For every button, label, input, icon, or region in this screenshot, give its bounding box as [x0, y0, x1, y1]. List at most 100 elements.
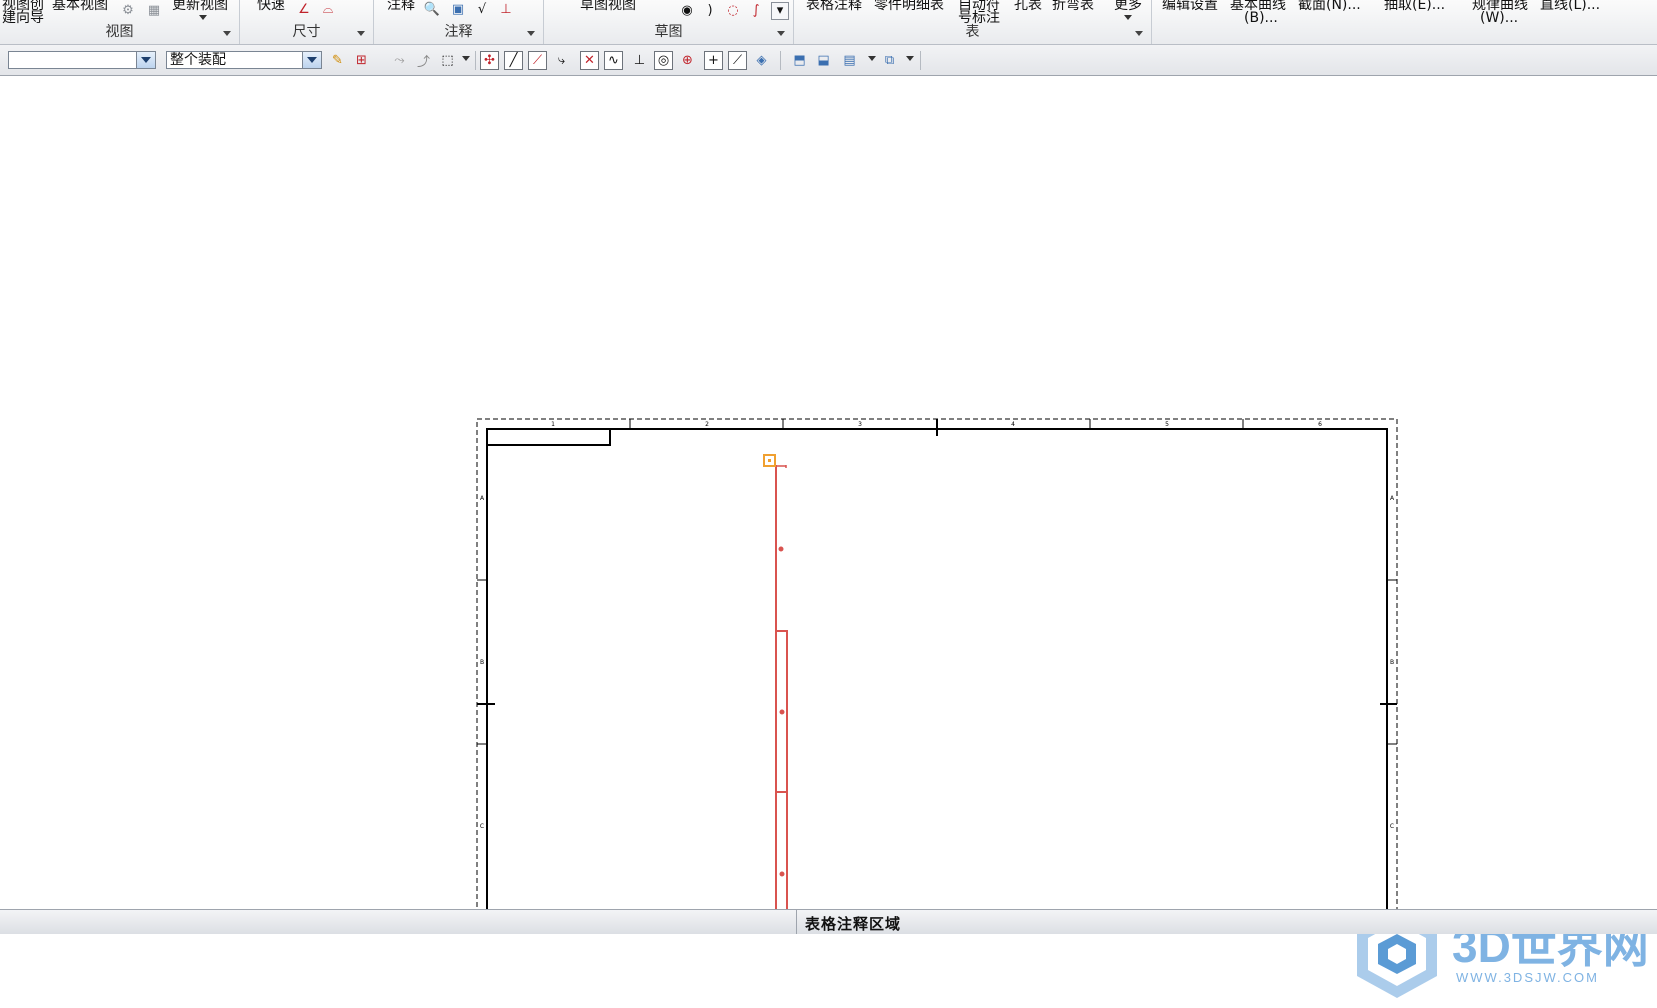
- projected-view-icon[interactable]: ⚙: [120, 3, 136, 19]
- zone-row-label: A: [480, 495, 485, 502]
- assembly-scope-dropdown-icon[interactable]: [302, 52, 321, 68]
- status-bar: 表格注释区域: [0, 909, 1657, 934]
- rectangle-select-dropdown-icon[interactable]: [462, 56, 470, 61]
- table-origin-handle[interactable]: [763, 454, 776, 467]
- bend-table-button[interactable]: 折弯表: [1052, 0, 1094, 12]
- drawing-border: [486, 428, 1388, 909]
- circle-tool-icon[interactable]: ◉: [679, 3, 695, 19]
- zoom-icon[interactable]: 🔍: [424, 2, 440, 18]
- snap-intersection-icon[interactable]: ✕: [580, 51, 599, 70]
- assembly-scope-value: 整个装配: [170, 52, 226, 68]
- snap-quadrant-icon[interactable]: ⊕: [678, 51, 697, 70]
- dimension-group-title: 尺寸: [292, 24, 321, 40]
- sketch-group: 草图视图 ◉ ) ◌ ∫ ▾ 草图: [544, 0, 794, 44]
- table-group: 表格注释 零件明细表 自动符 号标注 孔表 折弯表 更多 表: [794, 0, 1152, 44]
- snap-surface-icon[interactable]: ◈: [752, 51, 771, 70]
- zone-column-label: 1: [551, 421, 555, 428]
- arc-tool-icon[interactable]: ): [702, 3, 718, 19]
- snap-center-icon[interactable]: ◎: [654, 51, 673, 70]
- annotation-group-title: 注释: [444, 24, 473, 40]
- status-message: 表格注释区域: [805, 915, 902, 933]
- status-cell: 表格注释区域: [796, 910, 1397, 934]
- snap-on-curve-icon[interactable]: ⟋: [728, 51, 747, 70]
- drawing-title-tab: [487, 429, 611, 446]
- table-group-title: 表: [965, 24, 980, 40]
- quick-dimension-button[interactable]: 快速: [257, 0, 285, 12]
- snap-curve-icon[interactable]: ∿: [604, 51, 623, 70]
- snap-endpoint-icon[interactable]: ╱: [504, 51, 523, 70]
- type-filter-combo[interactable]: [8, 51, 156, 69]
- zone-column-label: 4: [1011, 421, 1015, 428]
- type-filter-dropdown-icon[interactable]: [136, 52, 155, 68]
- sketch-group-expand-icon[interactable]: [777, 31, 785, 36]
- more-button[interactable]: 更多: [1114, 0, 1142, 12]
- basic-curves-key[interactable]: (B)...: [1244, 11, 1278, 25]
- zone-column-label: 6: [1318, 421, 1322, 428]
- note-button[interactable]: 注释: [387, 0, 415, 12]
- curve-group: 编辑设置 基本曲线 (B)... 截面(N)... 抽取(E)... 规律曲线 …: [1152, 0, 1657, 44]
- select-tangent-icon[interactable]: ⤴: [414, 51, 433, 70]
- angular-dimension-icon[interactable]: ∠: [296, 2, 312, 18]
- update-view-button[interactable]: 更新视图: [172, 0, 228, 12]
- layout-dropdown-icon[interactable]: [868, 56, 876, 61]
- view-group: 视图创 建向导 基本视图 ⚙ ▦ 更新视图 视图: [0, 0, 240, 44]
- line-button[interactable]: 直线(L)...: [1540, 0, 1600, 12]
- more-dropdown-icon[interactable]: [1124, 15, 1132, 20]
- selection-toolbar: 整个装配 ✎ ⊞ ⤳ ⤴ ⬚ ✣ ╱ ⟋ ⤷ ✕ ∿ ⊥ ◎ ⊕ + ⟋ ◈ ⬒…: [0, 45, 1657, 106]
- assembly-scope-combo[interactable]: 整个装配: [166, 51, 322, 69]
- annotation-group: 注释 🔍 ▣ √ ⊥ 注释: [374, 0, 544, 44]
- zone-column-label: 5: [1165, 421, 1169, 428]
- zone-row-label: A: [1390, 495, 1395, 502]
- select-feature-icon[interactable]: ✎: [328, 51, 347, 70]
- sketch-more-icon[interactable]: ▾: [771, 2, 789, 20]
- add-selection-icon[interactable]: ⊞: [352, 51, 371, 70]
- drawing-sheet: 1 2 3 4 5 6 A B C A B C: [476, 418, 1398, 909]
- zone-row-label: C: [480, 823, 484, 830]
- render-style-icon[interactable]: ⧉: [880, 51, 899, 70]
- render-style-dropdown-icon[interactable]: [906, 56, 914, 61]
- base-view-button[interactable]: 基本视图: [52, 0, 108, 12]
- watermark-url: WWW.3DSJW.COM: [1456, 970, 1599, 985]
- zone-row-label: C: [1390, 823, 1394, 830]
- hole-table-button[interactable]: 孔表: [1014, 0, 1042, 12]
- zone-row-label: B: [1390, 659, 1394, 666]
- zone-column-label: 3: [858, 421, 862, 428]
- dimension-group: 快速 ∠ ⌓ 尺寸: [240, 0, 374, 44]
- update-view-dropdown-icon[interactable]: [199, 15, 207, 20]
- surface-finish-icon[interactable]: √: [474, 2, 490, 18]
- layout-icon[interactable]: ▤: [840, 51, 859, 70]
- edit-settings-button[interactable]: 编辑设置: [1162, 0, 1218, 12]
- tabular-note-preview[interactable]: [775, 465, 788, 909]
- snap-perpendicular-icon[interactable]: ⊥: [630, 51, 649, 70]
- annotation-group-expand-icon[interactable]: [527, 31, 535, 36]
- sketch-group-title: 草图: [654, 24, 683, 40]
- view-group-title: 视图: [105, 24, 134, 40]
- snap-control-icon[interactable]: ⤷: [552, 51, 571, 70]
- weld-symbol-icon[interactable]: ⊥: [498, 2, 514, 18]
- sheet-boundary: [476, 418, 1398, 909]
- snap-existing-point-icon[interactable]: +: [704, 51, 723, 70]
- drawing-canvas[interactable]: 1 2 3 4 5 6 A B C A B C 3D世界网 WWW.3DSJW.…: [0, 76, 1657, 998]
- tabular-note-button[interactable]: 表格注释: [806, 0, 862, 12]
- fillet-tool-icon[interactable]: ◌: [725, 3, 741, 19]
- table-group-expand-icon[interactable]: [1135, 31, 1143, 36]
- rectangle-select-icon[interactable]: ⬚: [438, 51, 457, 70]
- law-curve-key[interactable]: (W)...: [1480, 11, 1518, 25]
- view-fit-icon[interactable]: ⬒: [790, 51, 809, 70]
- toolbar-separator: [920, 51, 921, 70]
- view-group-expand-icon[interactable]: [223, 31, 231, 36]
- parts-list-button[interactable]: 零件明细表: [874, 0, 944, 12]
- section-button[interactable]: 截面(N)...: [1298, 0, 1361, 12]
- spline-tool-icon[interactable]: ∫: [748, 3, 764, 19]
- snap-point-icon[interactable]: ✣: [480, 51, 499, 70]
- image-icon[interactable]: ▣: [450, 2, 466, 18]
- deselect-icon[interactable]: ⤳: [390, 51, 409, 70]
- sketch-view-button[interactable]: 草图视图: [580, 0, 636, 12]
- snap-midpoint-icon[interactable]: ⟋: [528, 51, 547, 70]
- dimension-group-expand-icon[interactable]: [357, 31, 365, 36]
- section-view-icon[interactable]: ▦: [146, 3, 162, 19]
- extract-button[interactable]: 抽取(E)...: [1384, 0, 1445, 12]
- radial-dimension-icon[interactable]: ⌓: [320, 2, 336, 18]
- view-zoom-icon[interactable]: ⬓: [814, 51, 833, 70]
- zone-column-label: 2: [705, 421, 709, 428]
